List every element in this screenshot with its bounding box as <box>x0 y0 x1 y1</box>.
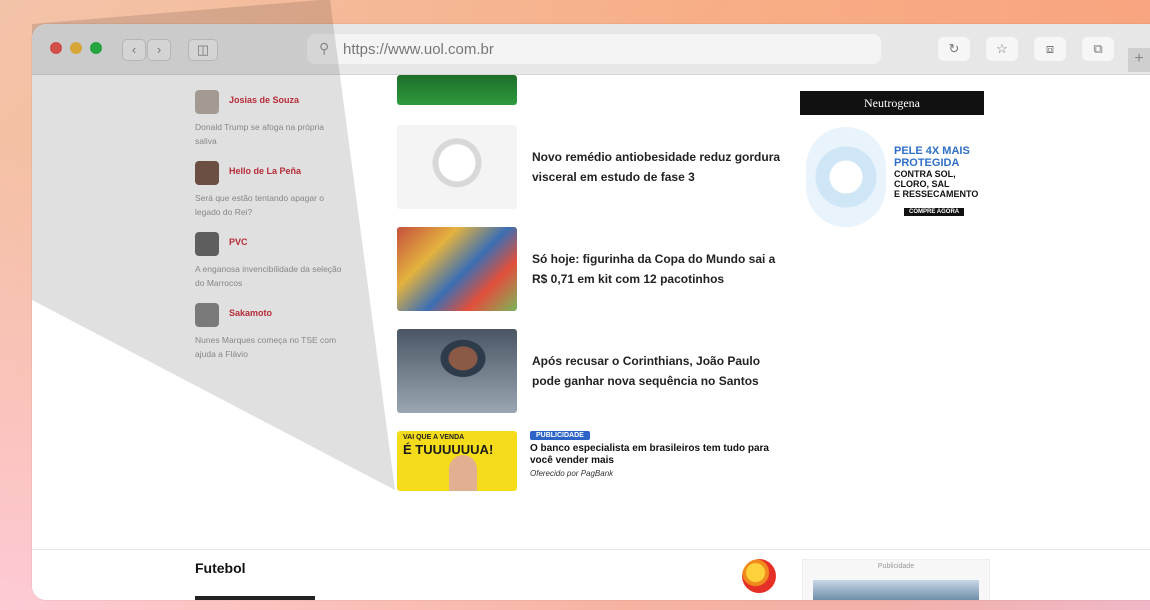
zoom-window-button[interactable] <box>90 42 102 54</box>
browser-window: ‹ › ◫ ⚲ https://www.uol.com.br ↻ ☆ ⧈ ⧉ +… <box>32 24 1150 600</box>
sponsored-image[interactable]: VAI QUE A VENDA É TUUUUUUA! <box>397 431 517 491</box>
neutrogena-ad[interactable]: Neutrogena PELE 4X MAIS PROTEGIDA CONTRA… <box>800 91 984 241</box>
sponsored-image-big-text: É TUUUUUUA! <box>403 442 494 457</box>
share-icon[interactable]: ⧈ <box>1034 37 1066 61</box>
columnist-desc[interactable]: A enganosa invencibilidade da seleção do… <box>195 262 345 290</box>
news-thumbnail[interactable] <box>397 125 517 209</box>
section-image-partial[interactable] <box>195 596 315 600</box>
news-headline[interactable]: Novo remédio antiobesidade reduz gordura… <box>532 147 792 187</box>
ad-cta-button[interactable]: COMPRE AGORA <box>904 208 965 216</box>
news-item[interactable]: Só hoje: figurinha da Copa do Mundo sai … <box>397 227 797 311</box>
sponsored-headline[interactable]: O banco especialista em brasileiros tem … <box>530 443 780 467</box>
person-illustration <box>449 455 477 491</box>
browser-toolbar: ‹ › ◫ ⚲ https://www.uol.com.br ↻ ☆ ⧈ ⧉ <box>32 24 1150 75</box>
news-item[interactable]: Novo remédio antiobesidade reduz gordura… <box>397 125 797 209</box>
url-text: https://www.uol.com.br <box>343 41 494 58</box>
columnist-name[interactable]: Sakamoto <box>229 308 272 318</box>
sponsored-image-small-text: VAI QUE A VENDA <box>403 434 465 441</box>
columnist-name[interactable]: Josias de Souza <box>229 95 299 105</box>
columnist-desc[interactable]: Donald Trump se afoga na própria saliva <box>195 120 345 148</box>
section-divider <box>32 549 1150 550</box>
section-title[interactable]: Futebol <box>195 560 246 576</box>
columnist-name[interactable]: Hello de La Peña <box>229 166 301 176</box>
news-thumbnail[interactable] <box>397 329 517 413</box>
sponsored-badge: PUBLICIDADE <box>530 431 590 440</box>
sponsored-item[interactable]: VAI QUE A VENDA É TUUUUUUA! PUBLICIDADE … <box>397 431 797 495</box>
news-item[interactable]: Após recusar o Corinthians, João Paulo p… <box>397 329 797 413</box>
minimize-window-button[interactable] <box>70 42 82 54</box>
ad-box-bottom[interactable]: Publicidade <box>802 559 990 600</box>
news-image-partial[interactable] <box>397 75 517 105</box>
avatar <box>195 90 219 114</box>
avatar <box>195 232 219 256</box>
ad-line5: E RESSECAMENTO <box>894 189 979 199</box>
search-icon: ⚲ <box>319 40 330 56</box>
news-headline[interactable]: Só hoje: figurinha da Copa do Mundo sai … <box>532 249 792 289</box>
ad-line3: CONTRA SOL, <box>894 169 956 179</box>
ad-line4: CLORO, SAL <box>894 179 950 189</box>
ad-brand: Neutrogena <box>800 91 984 115</box>
star-icon[interactable]: ☆ <box>986 37 1018 61</box>
page-content: Josias de Souza Donald Trump se afoga na… <box>32 75 1150 600</box>
forward-icon[interactable]: › <box>147 39 171 61</box>
sidebar-icon[interactable]: ◫ <box>188 39 218 61</box>
ad-line2: PROTEGIDA <box>894 157 960 169</box>
avatar <box>195 161 219 185</box>
avatar <box>195 303 219 327</box>
back-icon[interactable]: ‹ <box>122 39 146 61</box>
close-window-button[interactable] <box>50 42 62 54</box>
news-thumbnail[interactable] <box>397 227 517 311</box>
ad-label: Publicidade <box>877 563 915 570</box>
address-bar[interactable]: ⚲ https://www.uol.com.br <box>307 34 881 64</box>
columnist-name[interactable]: PVC <box>229 237 248 247</box>
reload-icon[interactable]: ↻ <box>938 37 970 61</box>
columnist-desc[interactable]: Nunes Marques começa no TSE com ajuda a … <box>195 333 345 361</box>
sponsored-byline[interactable]: Oferecido por PagBank <box>530 469 613 478</box>
uol-logo-icon[interactable] <box>742 559 776 593</box>
tabs-icon[interactable]: ⧉ <box>1082 37 1114 61</box>
ad-line1: PELE 4X MAIS <box>894 145 970 157</box>
columnist-desc[interactable]: Será que estão tentando apagar o legado … <box>195 191 345 219</box>
ad-image-partial <box>813 580 979 600</box>
plus-icon[interactable]: + <box>1128 48 1150 72</box>
news-headline[interactable]: Após recusar o Corinthians, João Paulo p… <box>532 351 792 391</box>
sunscreen-product-image <box>806 127 886 227</box>
